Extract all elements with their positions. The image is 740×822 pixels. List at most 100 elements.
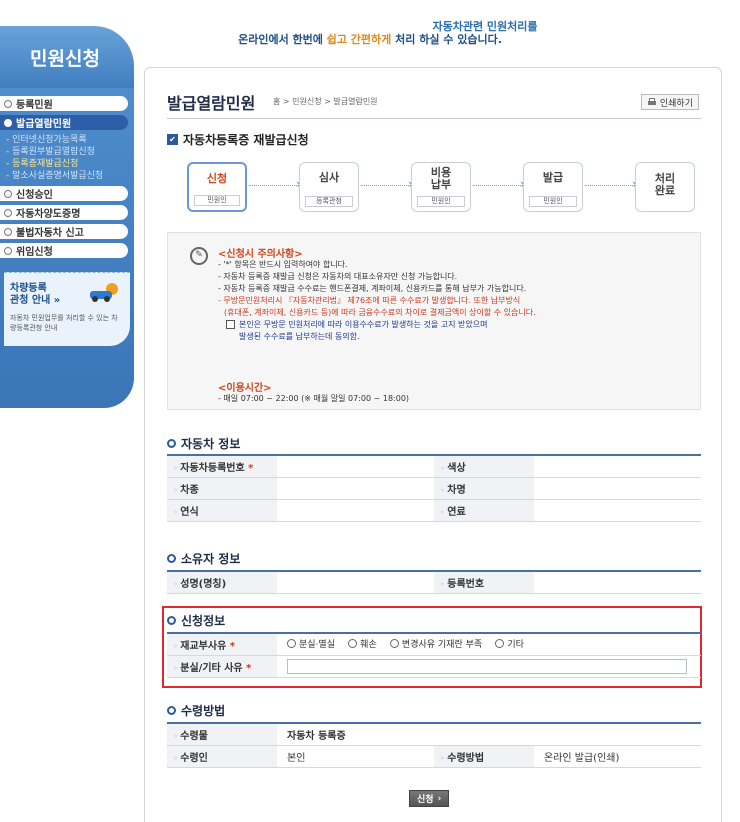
vehicle-section-title: 자동차 정보 (167, 435, 240, 452)
submit-label: 신청 (417, 795, 434, 805)
step-actor: 민원인 (194, 195, 240, 206)
checkbox-icon[interactable] (226, 320, 235, 329)
sidebar-item-delegation[interactable]: 위임신청 (0, 243, 128, 258)
submit-button[interactable]: 신청 › (409, 790, 450, 807)
title-divider (167, 118, 701, 119)
sidebar-item-approval[interactable]: 신청승인 (0, 186, 128, 201)
sidebar-item-illegal-report[interactable]: 불법자동차 신고 (0, 224, 128, 239)
application-info-table: 재교부사유 * 분실·멸실 훼손 변경사유 기재란 부족 기타 분실/기타 사유… (167, 632, 701, 678)
detail-reason-input[interactable] (287, 658, 687, 674)
usage-time-line: - 매일 07:00 ~ 22:00 (※ 매월 말일 07:00 ~ 18:0… (218, 394, 410, 403)
promo-description: 자동차 민원업무를 처리할 수 있는 차량등록관청 안내 (10, 314, 118, 332)
owner-reg-value (534, 570, 701, 594)
reason-radio-no-space[interactable]: 변경사유 기재란 부족 (389, 637, 482, 650)
sidebar-item-issue-view[interactable]: 발급열람민원 (0, 115, 128, 130)
receive-method-value: 온라인 발급(인쇄) (534, 745, 701, 768)
step-label: 심사 (318, 171, 340, 184)
fuel-value (534, 499, 701, 522)
promo-title-line: 차량등록 (10, 283, 47, 294)
reason-options: 분실·멸실 훼손 변경사유 기재란 부족 기타 (277, 632, 701, 656)
section-title-text: 소유자 정보 (181, 552, 241, 566)
reason-label: 재교부사유 * (167, 632, 277, 656)
step-actor: 등록관청 (305, 196, 353, 207)
step-complete: 처리 완료 (635, 162, 695, 212)
name-value (534, 477, 701, 500)
print-button[interactable]: 인쇄하기 (640, 94, 699, 110)
reason-radio-damaged[interactable]: 훼손 (348, 637, 377, 650)
sidebar-item-transfer[interactable]: 자동차양도증명 (0, 205, 128, 220)
radio-label: 분실·멸실 (299, 640, 335, 651)
notice-box: ✎ <신청시 주의사항> - '*' 항목은 반드시 입력하여야 합니다. - … (167, 232, 701, 410)
step-arrow-icon (249, 177, 301, 191)
required-mark: * (248, 462, 254, 474)
radio-icon[interactable] (495, 639, 505, 649)
owner-section-title: 소유자 정보 (167, 550, 240, 567)
circle-icon (167, 616, 176, 625)
radio-icon[interactable] (287, 639, 296, 649)
receive-section-title: 수령방법 (167, 702, 225, 719)
sidebar-subitem-ledger[interactable]: - 등록원부발급열람신청 (0, 146, 134, 158)
notice-line: - 자동차 등록증 재발급 신청은 자동차의 대표소유자만 신청 가능합니다. (218, 272, 458, 281)
registration-office-promo[interactable]: 차량등록 관청 안내 » 자동차 민원업무를 처리할 수 있는 차량등록관청 안… (4, 272, 130, 346)
table-row: 자동차등록번호 * 색상 (167, 454, 701, 478)
radio-icon[interactable] (389, 639, 399, 649)
sidebar-item-label: 신청승인 (16, 190, 53, 201)
step-label: 처리 완료 (654, 172, 676, 197)
banner-text: 온라인에서 한번에 (238, 33, 327, 46)
sidebar-menu: 등록민원 발급열람민원 - 인터넷신청가능목록 - 등록원부발급열람신청 - 등… (0, 88, 134, 408)
notice-fee-line: - 무방문민원처리시 『자동차관리법』 제76조에 따른 수수료가 발생합니다.… (218, 296, 521, 305)
owner-name-label: 성명(명칭) (167, 570, 277, 594)
reason-radio-lost[interactable]: 분실·멸실 (287, 637, 335, 650)
receive-item-label: 수령물 (167, 722, 277, 746)
application-section-title: 신청정보 (167, 612, 225, 629)
radio-label: 기타 (507, 640, 524, 651)
receiver-value: 본인 (277, 745, 434, 768)
circle-icon (167, 554, 176, 563)
section-title-text: 자동차 정보 (181, 437, 241, 451)
notice-line: - '*' 항목은 반드시 입력하여야 합니다. (218, 260, 348, 269)
type-label: 차종 (167, 477, 277, 500)
step-actor: 민원인 (529, 196, 577, 207)
color-label: 색상 (434, 454, 534, 478)
printer-icon (647, 97, 656, 105)
sidebar-subitem-reissue[interactable]: - 등록증재발급신청 (0, 158, 134, 170)
page-title: 발급열람민원 (167, 94, 256, 113)
notice-list: - '*' 항목은 반드시 입력하여야 합니다. - 자동차 등록증 재발급 신… (218, 259, 698, 343)
notice-fee-line: (휴대폰, 계좌이체, 신용카드 등)에 따라 금융수수료의 차이로 결제금액이… (224, 308, 536, 317)
sidebar-subitem-online-list[interactable]: - 인터넷신청가능목록 (0, 134, 134, 146)
bullet-icon (4, 189, 12, 198)
label-text: 자동차등록번호 (180, 462, 245, 474)
print-label: 인쇄하기 (659, 98, 693, 109)
step-review: 심사 등록관청 (299, 162, 359, 212)
sidebar-item-label: 불법자동차 신고 (16, 228, 84, 239)
sidebar-subitem-deregistration[interactable]: - 말소사실증명서발급신청 (0, 170, 134, 182)
sidebar-item-label: 자동차양도증명 (16, 209, 81, 220)
step-issue: 발급 민원인 (523, 162, 583, 212)
fee-agreement-checkbox[interactable]: 본인은 무방문 민원처리에 따라 이용수수료가 발생하는 것을 고지 받았으며 … (226, 319, 698, 343)
step-label: 발급 (542, 171, 564, 184)
agreement-line: 발생된 수수료를 납부하는데 동의함. (239, 332, 360, 341)
agreement-line: 본인은 무방문 민원처리에 따라 이용수수료가 발생하는 것을 고지 받았으며 (239, 320, 488, 329)
label-text: 재교부사유 (180, 640, 227, 652)
bullet-icon (4, 246, 12, 255)
required-mark: * (229, 640, 235, 652)
sidebar-title: 민원신청 (0, 26, 134, 88)
required-mark: * (246, 662, 252, 674)
receiver-label: 수령인 (167, 745, 277, 768)
fuel-label: 연료 (434, 499, 534, 522)
step-arrow-icon (361, 177, 413, 191)
reason-radio-other[interactable]: 기타 (495, 637, 524, 650)
step-actor: 민원인 (417, 196, 465, 207)
radio-label: 훼손 (360, 640, 377, 651)
sidebar-item-label: 등록민원 (16, 100, 53, 111)
year-value (277, 499, 434, 522)
table-row: 연식 연료 (167, 499, 701, 522)
main-panel: 발급열람민원 홈 > 민원신청 > 발급열람민원 인쇄하기 ✔ 자동차등록증 재… (144, 67, 722, 822)
car-gear-icon (90, 283, 118, 302)
radio-icon[interactable] (348, 639, 358, 649)
form-title-text: 자동차등록증 재발급신청 (183, 133, 309, 147)
step-label: 비용 납부 (430, 166, 452, 191)
name-label: 차명 (434, 477, 534, 500)
sidebar-item-registration[interactable]: 등록민원 (0, 96, 128, 111)
bullet-icon (4, 227, 12, 236)
